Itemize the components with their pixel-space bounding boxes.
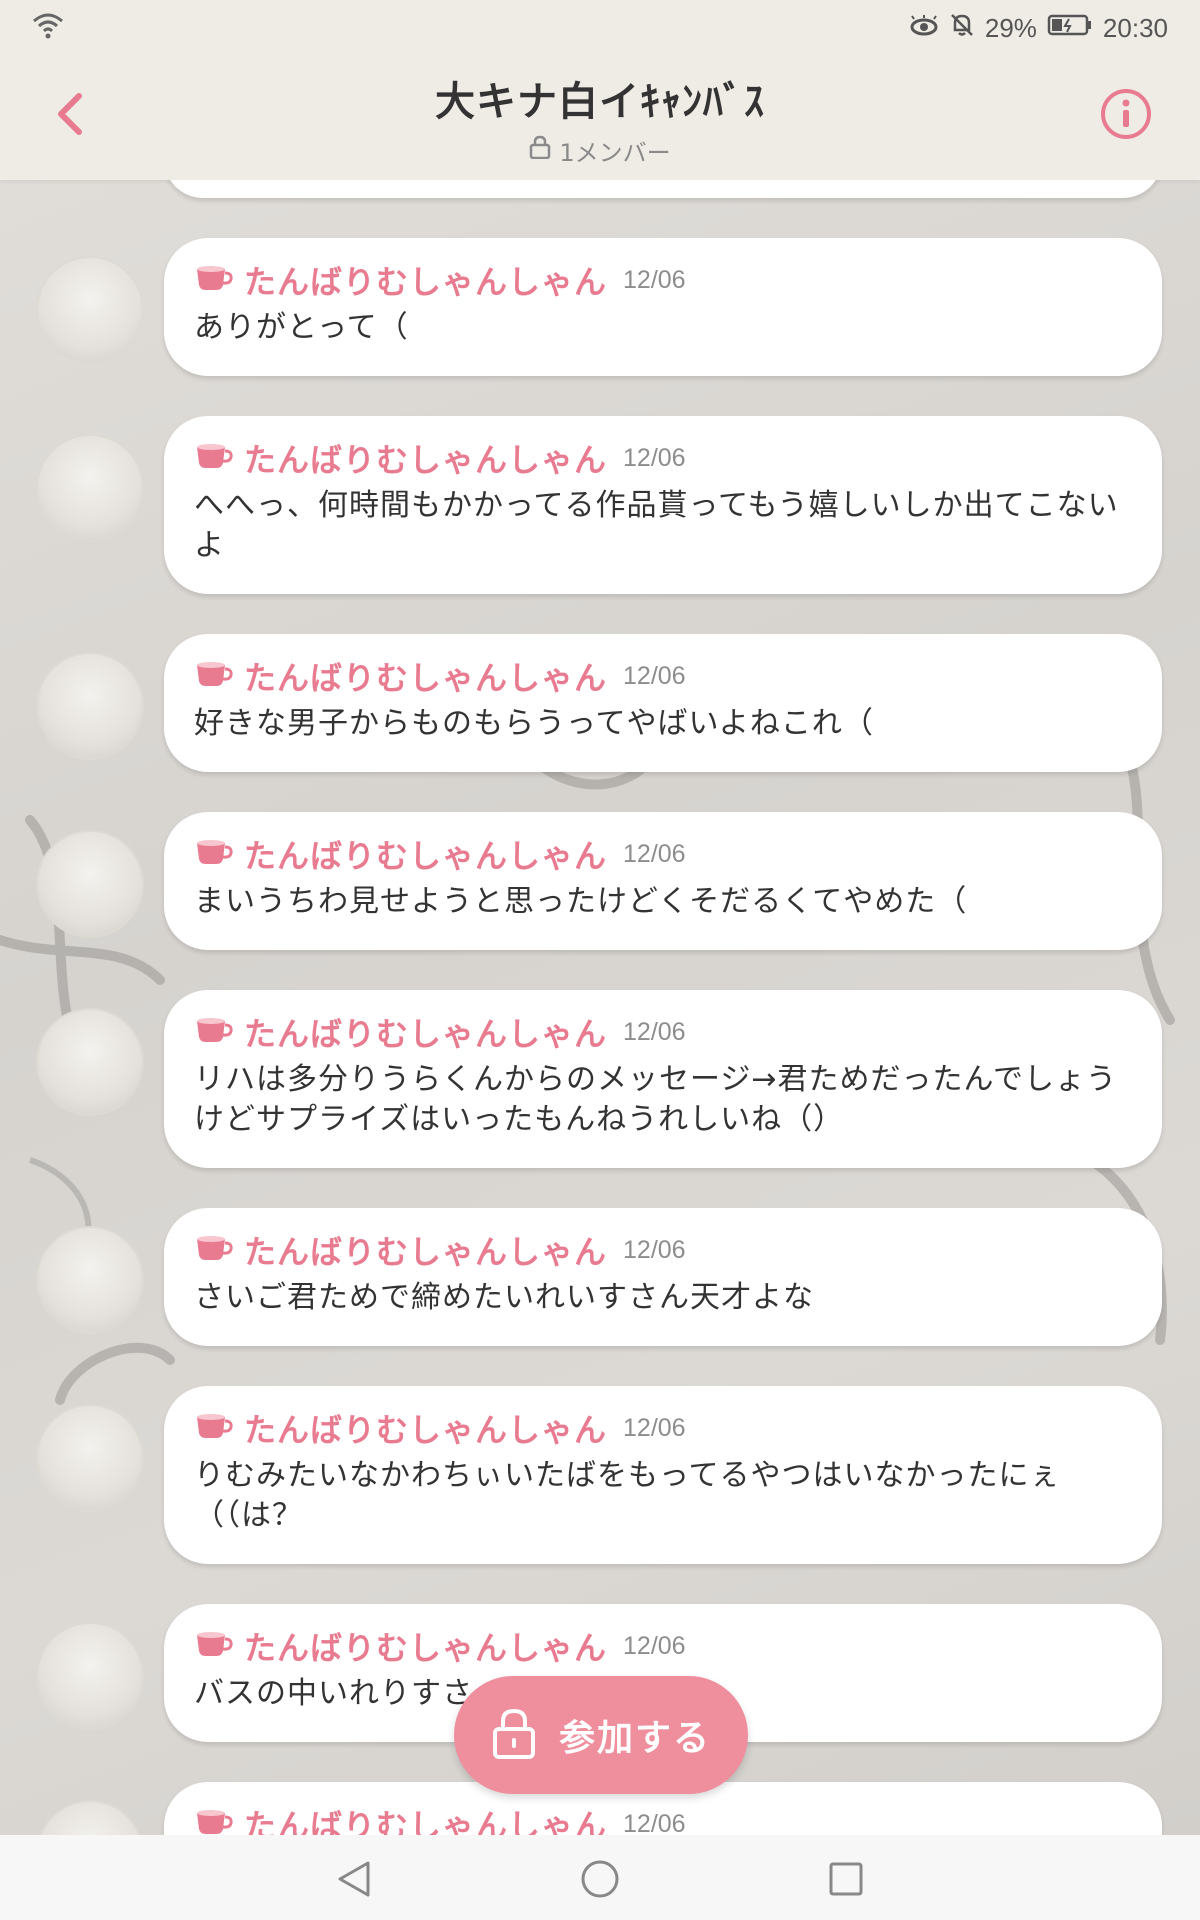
member-count: 1メンバー <box>559 138 671 167</box>
cup-icon <box>194 1629 234 1663</box>
message-list[interactable]: たんばりむしゃんしゃん 12/06 ありがとって（ たんばりむしゃんしゃん 12… <box>0 180 1200 1835</box>
sender-name[interactable]: たんばりむしゃんしゃん <box>244 1405 607 1451</box>
message-bubble[interactable]: たんばりむしゃんしゃん 12/06 ありがとって（ <box>164 238 1162 376</box>
message-text: 好きな男子からものもらうってやばいよねこれ（ <box>194 706 874 741</box>
message-date: 12/06 <box>623 1413 686 1442</box>
avatar[interactable] <box>36 434 144 542</box>
avatar[interactable] <box>36 1226 144 1334</box>
cup-icon <box>194 1411 234 1445</box>
back-button[interactable] <box>40 84 100 144</box>
lock-icon <box>491 1707 537 1763</box>
chevron-left-icon <box>58 93 82 135</box>
message-text: りむみたいなかわちぃいたばをもってるやつはいなかったにぇ（（は？ <box>194 1458 1061 1533</box>
message-date: 12/06 <box>623 1017 686 1046</box>
avatar[interactable] <box>36 256 144 364</box>
navigation-bar <box>0 1835 1200 1920</box>
message-text: ありがとって（ <box>194 310 409 345</box>
avatar[interactable] <box>36 1008 144 1116</box>
avatar[interactable] <box>36 830 144 938</box>
avatar[interactable] <box>36 1622 144 1730</box>
message-bubble-partial <box>164 180 1162 198</box>
nav-recents-button[interactable] <box>822 1855 870 1903</box>
sender-name[interactable]: たんばりむしゃんしゃん <box>244 1009 607 1055</box>
status-bar: 29% 20:30 <box>0 0 1200 56</box>
message-text: へへっ、何時間もかかってる作品貰ってもう嬉しいしか出てこないよ <box>194 488 1119 563</box>
cup-icon <box>194 837 234 871</box>
message-date: 12/06 <box>623 1809 686 1836</box>
sender-name[interactable]: たんばりむしゃんしゃん <box>244 1623 607 1669</box>
cup-icon <box>194 1233 234 1267</box>
info-icon <box>1101 89 1151 139</box>
square-recents-icon <box>829 1862 863 1896</box>
sender-name[interactable]: たんばりむしゃんしゃん <box>244 1801 607 1835</box>
nav-back-button[interactable] <box>330 1855 378 1903</box>
chat-title: 大キナ白イｷｬﾝﾊﾞｽ <box>435 78 765 125</box>
sender-name[interactable]: たんばりむしゃんしゃん <box>244 1227 607 1273</box>
message-bubble[interactable]: たんばりむしゃんしゃん 12/06 リハは多分りうらくんからのメッセージ→君ため… <box>164 990 1162 1168</box>
battery-icon <box>1047 13 1093 44</box>
nav-home-button[interactable] <box>576 1855 624 1903</box>
battery-percent: 29% <box>984 12 1037 43</box>
join-button-label: 参加する <box>558 1718 711 1759</box>
message-bubble[interactable]: たんばりむしゃんしゃん 12/06 好きな男子からものもらうってやばいよねこれ（ <box>164 634 1162 772</box>
join-button[interactable]: 参加する <box>454 1676 748 1794</box>
bell-off-icon <box>949 12 975 45</box>
message-text: リハは多分りうらくんからのメッセージ→君ためだったんでしょうけどサプライズはいっ… <box>194 1062 1118 1137</box>
sender-name[interactable]: たんばりむしゃんしゃん <box>244 831 607 877</box>
wifi-icon <box>32 11 64 46</box>
lock-icon <box>529 135 551 165</box>
cup-icon <box>194 263 234 297</box>
info-button[interactable] <box>1096 84 1156 144</box>
cup-icon <box>194 659 234 693</box>
message-date: 12/06 <box>623 1235 686 1264</box>
avatar[interactable] <box>36 652 144 760</box>
message-bubble[interactable]: たんばりむしゃんしゃん 12/06 まいうちわ見せようと思ったけどくそだるくてや… <box>164 812 1162 950</box>
circle-home-icon <box>581 1860 619 1898</box>
message-bubble[interactable]: たんばりむしゃんしゃん 12/06 さいご君ためで締めたいれいすさん天才よな <box>164 1208 1162 1346</box>
message-date: 12/06 <box>623 265 686 294</box>
sender-name[interactable]: たんばりむしゃんしゃん <box>244 257 607 303</box>
message-bubble[interactable]: たんばりむしゃんしゃん 12/06 りむみたいなかわちぃいたばをもってるやつはい… <box>164 1386 1162 1564</box>
triangle-back-icon <box>338 1861 370 1897</box>
sender-name[interactable]: たんばりむしゃんしゃん <box>244 435 607 481</box>
sender-name[interactable]: たんばりむしゃんしゃん <box>244 653 607 699</box>
message-date: 12/06 <box>623 839 686 868</box>
message-date: 12/06 <box>623 443 686 472</box>
cup-icon <box>194 1807 234 1835</box>
avatar[interactable] <box>36 1800 144 1835</box>
clock-time: 20:30 <box>1102 12 1168 43</box>
chat-header: 大キナ白イｷｬﾝﾊﾞｽ 1メンバー <box>0 56 1200 180</box>
cup-icon <box>194 441 234 475</box>
message-date: 12/06 <box>623 661 686 690</box>
message-date: 12/06 <box>623 1631 686 1660</box>
avatar[interactable] <box>36 1404 144 1512</box>
message-text: さいご君ためで締めたいれいすさん天才よな <box>194 1280 814 1315</box>
cup-icon <box>194 1015 234 1049</box>
message-text: まいうちわ見せようと思ったけどくそだるくてやめた（ <box>194 884 968 919</box>
eye-icon <box>909 13 939 44</box>
message-bubble[interactable]: たんばりむしゃんしゃん 12/06 へへっ、何時間もかかってる作品貰ってもう嬉し… <box>164 416 1162 594</box>
